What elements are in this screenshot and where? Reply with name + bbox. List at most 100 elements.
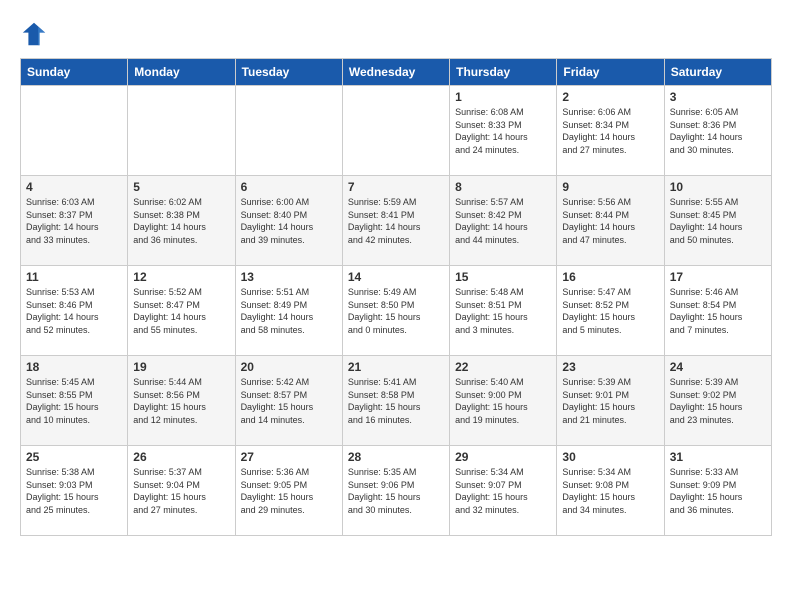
calendar-cell: 18 Sunrise: 5:45 AM Sunset: 8:55 PM Dayli… xyxy=(21,356,128,446)
day-number: 4 xyxy=(26,180,122,194)
day-info: Sunrise: 6:03 AM Sunset: 8:37 PM Dayligh… xyxy=(26,196,122,246)
weekday-header: Friday xyxy=(557,59,664,86)
day-number: 31 xyxy=(670,450,766,464)
calendar-week-row: 11Sunrise: 5:53 AM Sunset: 8:46 PM Dayli… xyxy=(21,266,772,356)
calendar-cell: 8 Sunrise: 5:57 AM Sunset: 8:42 PM Daylig… xyxy=(450,176,557,266)
day-number: 10 xyxy=(670,180,766,194)
calendar-week-row: 1 Sunrise: 6:08 AM Sunset: 8:33 PM Daylig… xyxy=(21,86,772,176)
weekday-header-row: SundayMondayTuesdayWednesdayThursdayFrid… xyxy=(21,59,772,86)
calendar-cell: 1 Sunrise: 6:08 AM Sunset: 8:33 PM Daylig… xyxy=(450,86,557,176)
day-info: Sunrise: 5:40 AM Sunset: 9:00 PM Dayligh… xyxy=(455,376,551,426)
day-number: 24 xyxy=(670,360,766,374)
calendar-cell: 16 Sunrise: 5:47 AM Sunset: 8:52 PM Dayli… xyxy=(557,266,664,356)
calendar-cell: 20 Sunrise: 5:42 AM Sunset: 8:57 PM Dayli… xyxy=(235,356,342,446)
day-number: 14 xyxy=(348,270,444,284)
calendar-cell xyxy=(21,86,128,176)
day-info: Sunrise: 5:55 AM Sunset: 8:45 PM Dayligh… xyxy=(670,196,766,246)
calendar-week-row: 18 Sunrise: 5:45 AM Sunset: 8:55 PM Dayli… xyxy=(21,356,772,446)
calendar-cell: 7 Sunrise: 5:59 AM Sunset: 8:41 PM Daylig… xyxy=(342,176,449,266)
logo-icon xyxy=(20,20,48,48)
calendar: SundayMondayTuesdayWednesdayThursdayFrid… xyxy=(20,58,772,536)
day-number: 26 xyxy=(133,450,229,464)
day-info: Sunrise: 5:38 AM Sunset: 9:03 PM Dayligh… xyxy=(26,466,122,516)
calendar-cell: 2Sunrise: 6:06 AM Sunset: 8:34 PM Daylig… xyxy=(557,86,664,176)
day-info: Sunrise: 5:42 AM Sunset: 8:57 PM Dayligh… xyxy=(241,376,337,426)
day-info: Sunrise: 6:00 AM Sunset: 8:40 PM Dayligh… xyxy=(241,196,337,246)
day-info: Sunrise: 5:33 AM Sunset: 9:09 PM Dayligh… xyxy=(670,466,766,516)
day-info: Sunrise: 5:44 AM Sunset: 8:56 PM Dayligh… xyxy=(133,376,229,426)
calendar-cell: 26 Sunrise: 5:37 AM Sunset: 9:04 PM Dayli… xyxy=(128,446,235,536)
day-info: Sunrise: 6:08 AM Sunset: 8:33 PM Dayligh… xyxy=(455,106,551,156)
calendar-cell: 29 Sunrise: 5:34 AM Sunset: 9:07 PM Dayli… xyxy=(450,446,557,536)
day-info: Sunrise: 5:48 AM Sunset: 8:51 PM Dayligh… xyxy=(455,286,551,336)
day-info: Sunrise: 5:35 AM Sunset: 9:06 PM Dayligh… xyxy=(348,466,444,516)
day-info: Sunrise: 5:57 AM Sunset: 8:42 PM Dayligh… xyxy=(455,196,551,246)
day-info: Sunrise: 6:05 AM Sunset: 8:36 PM Dayligh… xyxy=(670,106,766,156)
weekday-header: Sunday xyxy=(21,59,128,86)
calendar-cell: 19Sunrise: 5:44 AM Sunset: 8:56 PM Dayli… xyxy=(128,356,235,446)
day-number: 22 xyxy=(455,360,551,374)
day-number: 29 xyxy=(455,450,551,464)
day-info: Sunrise: 5:39 AM Sunset: 9:01 PM Dayligh… xyxy=(562,376,658,426)
calendar-cell: 23Sunrise: 5:39 AM Sunset: 9:01 PM Dayli… xyxy=(557,356,664,446)
calendar-cell: 12 Sunrise: 5:52 AM Sunset: 8:47 PM Dayli… xyxy=(128,266,235,356)
calendar-cell: 28 Sunrise: 5:35 AM Sunset: 9:06 PM Dayli… xyxy=(342,446,449,536)
day-number: 17 xyxy=(670,270,766,284)
day-info: Sunrise: 5:52 AM Sunset: 8:47 PM Dayligh… xyxy=(133,286,229,336)
day-number: 20 xyxy=(241,360,337,374)
day-info: Sunrise: 5:36 AM Sunset: 9:05 PM Dayligh… xyxy=(241,466,337,516)
day-number: 6 xyxy=(241,180,337,194)
calendar-cell xyxy=(342,86,449,176)
day-info: Sunrise: 5:34 AM Sunset: 9:07 PM Dayligh… xyxy=(455,466,551,516)
calendar-week-row: 25Sunrise: 5:38 AM Sunset: 9:03 PM Dayli… xyxy=(21,446,772,536)
calendar-cell: 9Sunrise: 5:56 AM Sunset: 8:44 PM Daylig… xyxy=(557,176,664,266)
day-number: 3 xyxy=(670,90,766,104)
calendar-cell xyxy=(235,86,342,176)
day-number: 8 xyxy=(455,180,551,194)
day-info: Sunrise: 5:39 AM Sunset: 9:02 PM Dayligh… xyxy=(670,376,766,426)
calendar-cell xyxy=(128,86,235,176)
day-number: 15 xyxy=(455,270,551,284)
day-info: Sunrise: 5:59 AM Sunset: 8:41 PM Dayligh… xyxy=(348,196,444,246)
calendar-cell: 3 Sunrise: 6:05 AM Sunset: 8:36 PM Daylig… xyxy=(664,86,771,176)
calendar-cell: 17 Sunrise: 5:46 AM Sunset: 8:54 PM Dayli… xyxy=(664,266,771,356)
calendar-cell: 14 Sunrise: 5:49 AM Sunset: 8:50 PM Dayli… xyxy=(342,266,449,356)
calendar-cell: 21Sunrise: 5:41 AM Sunset: 8:58 PM Dayli… xyxy=(342,356,449,446)
page-header xyxy=(20,20,772,48)
day-number: 5 xyxy=(133,180,229,194)
calendar-week-row: 4 Sunrise: 6:03 AM Sunset: 8:37 PM Daylig… xyxy=(21,176,772,266)
day-info: Sunrise: 5:49 AM Sunset: 8:50 PM Dayligh… xyxy=(348,286,444,336)
day-info: Sunrise: 5:51 AM Sunset: 8:49 PM Dayligh… xyxy=(241,286,337,336)
logo xyxy=(20,20,52,48)
day-info: Sunrise: 5:46 AM Sunset: 8:54 PM Dayligh… xyxy=(670,286,766,336)
weekday-header: Saturday xyxy=(664,59,771,86)
day-number: 7 xyxy=(348,180,444,194)
weekday-header: Tuesday xyxy=(235,59,342,86)
day-info: Sunrise: 5:47 AM Sunset: 8:52 PM Dayligh… xyxy=(562,286,658,336)
day-number: 12 xyxy=(133,270,229,284)
calendar-cell: 24 Sunrise: 5:39 AM Sunset: 9:02 PM Dayli… xyxy=(664,356,771,446)
day-info: Sunrise: 6:02 AM Sunset: 8:38 PM Dayligh… xyxy=(133,196,229,246)
day-number: 2 xyxy=(562,90,658,104)
day-number: 1 xyxy=(455,90,551,104)
day-info: Sunrise: 5:45 AM Sunset: 8:55 PM Dayligh… xyxy=(26,376,122,426)
day-number: 30 xyxy=(562,450,658,464)
day-number: 28 xyxy=(348,450,444,464)
weekday-header: Wednesday xyxy=(342,59,449,86)
weekday-header: Monday xyxy=(128,59,235,86)
calendar-cell: 22 Sunrise: 5:40 AM Sunset: 9:00 PM Dayli… xyxy=(450,356,557,446)
day-info: Sunrise: 5:56 AM Sunset: 8:44 PM Dayligh… xyxy=(562,196,658,246)
calendar-cell: 31 Sunrise: 5:33 AM Sunset: 9:09 PM Dayli… xyxy=(664,446,771,536)
day-number: 13 xyxy=(241,270,337,284)
day-number: 18 xyxy=(26,360,122,374)
day-number: 11 xyxy=(26,270,122,284)
day-info: Sunrise: 5:37 AM Sunset: 9:04 PM Dayligh… xyxy=(133,466,229,516)
calendar-cell: 11Sunrise: 5:53 AM Sunset: 8:46 PM Dayli… xyxy=(21,266,128,356)
calendar-cell: 30 Sunrise: 5:34 AM Sunset: 9:08 PM Dayli… xyxy=(557,446,664,536)
calendar-cell: 15 Sunrise: 5:48 AM Sunset: 8:51 PM Dayli… xyxy=(450,266,557,356)
day-number: 27 xyxy=(241,450,337,464)
calendar-cell: 4 Sunrise: 6:03 AM Sunset: 8:37 PM Daylig… xyxy=(21,176,128,266)
day-number: 16 xyxy=(562,270,658,284)
calendar-cell: 5 Sunrise: 6:02 AM Sunset: 8:38 PM Daylig… xyxy=(128,176,235,266)
day-info: Sunrise: 5:34 AM Sunset: 9:08 PM Dayligh… xyxy=(562,466,658,516)
